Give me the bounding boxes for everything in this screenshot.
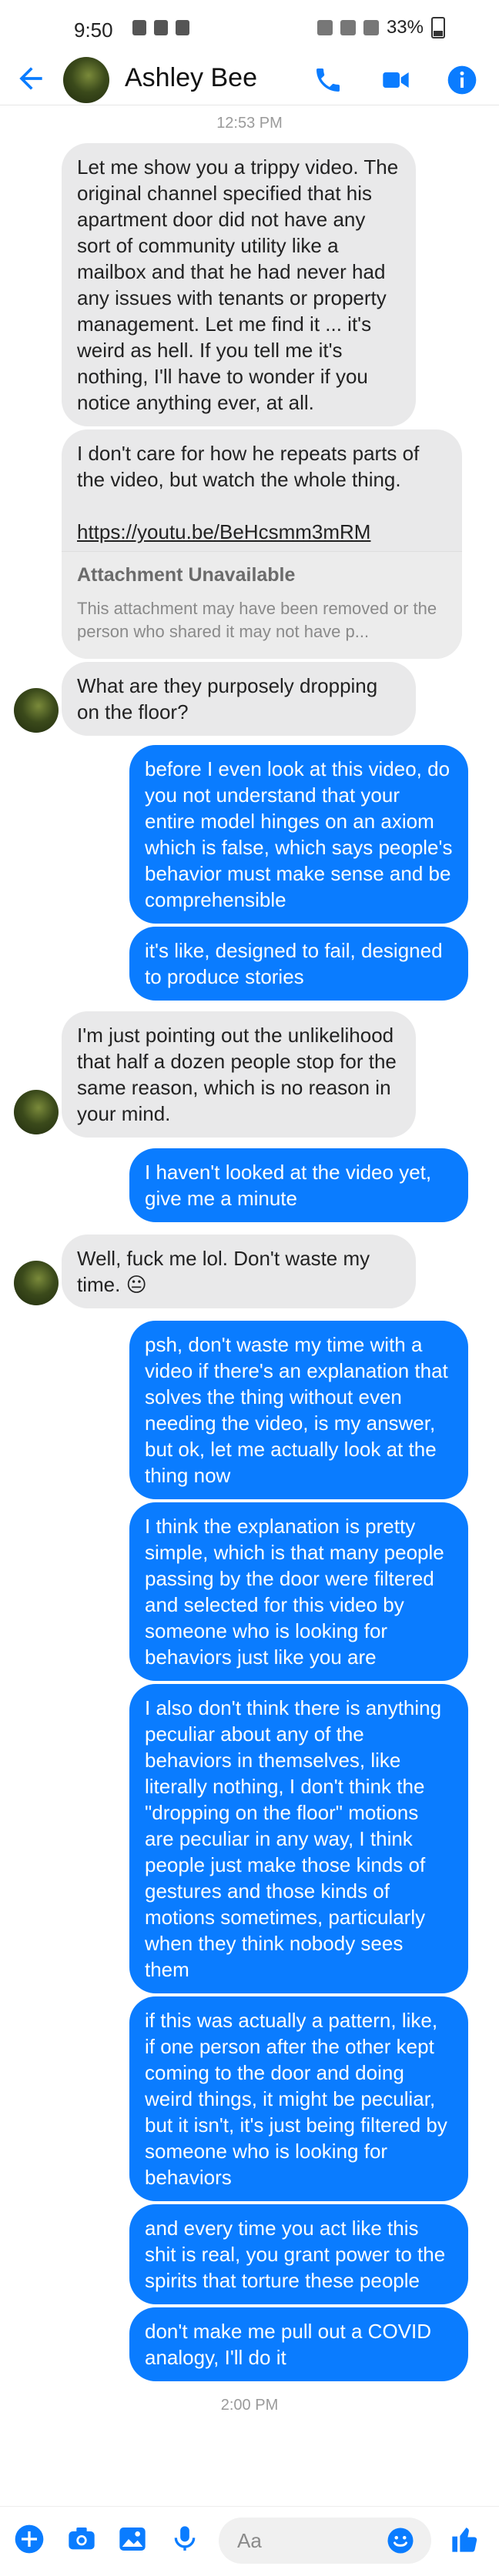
camera-icon[interactable] — [66, 2524, 97, 2554]
status-bar: 9:50 33% — [0, 0, 499, 55]
avatar[interactable] — [63, 57, 109, 103]
bolt-icon — [132, 20, 146, 35]
attachment-unavailable: Attachment Unavailable This attachment m… — [62, 551, 462, 659]
notification-icons — [132, 20, 189, 35]
message-thread: Let me show you a trippy video. The orig… — [0, 143, 499, 2414]
message-bubble[interactable]: and every time you act like this shit is… — [129, 2204, 468, 2304]
message-row-incoming: Well, fuck me lol. Don't waste my time. … — [0, 1235, 499, 1308]
message-bubble[interactable]: I'm just pointing out the unlikelihood t… — [62, 1011, 416, 1138]
plus-icon[interactable] — [14, 2524, 45, 2554]
message-row-outgoing: psh, don't waste my time with a video if… — [0, 1321, 499, 1499]
message-bubble[interactable]: Well, fuck me lol. Don't waste my time. … — [62, 1235, 416, 1308]
message-row-outgoing: I also don't think there is anything pec… — [0, 1684, 499, 1993]
video-camera-icon[interactable] — [380, 65, 411, 95]
image-icon[interactable] — [117, 2524, 148, 2554]
mute-icon — [316, 20, 333, 35]
message-bubble[interactable]: if this was actually a pattern, like, if… — [129, 1996, 468, 2201]
check-notification-icon — [176, 20, 189, 35]
info-icon[interactable] — [447, 65, 477, 95]
microphone-icon[interactable] — [169, 2524, 200, 2554]
message-bubble[interactable]: don't make me pull out a COVID analogy, … — [129, 2307, 468, 2381]
conversation-header: Ashley Bee — [0, 55, 499, 105]
message-row-outgoing: don't make me pull out a COVID analogy, … — [0, 2307, 499, 2381]
battery-percent: 33% — [386, 17, 424, 38]
attachment-description: This attachment may have been removed or… — [77, 599, 437, 641]
battery-icon — [431, 17, 445, 38]
message-row-outgoing: I haven't looked at the video yet, give … — [0, 1148, 499, 1222]
message-text: I don't care for how he repeats parts of… — [77, 442, 420, 491]
wifi-icon — [340, 20, 356, 35]
contact-name[interactable]: Ashley Bee — [125, 63, 257, 93]
message-bubble[interactable]: I also don't think there is anything pec… — [129, 1684, 468, 1993]
message-bubble[interactable]: before I even look at this video, do you… — [129, 745, 468, 924]
message-bubble[interactable]: I think the explanation is pretty simple… — [129, 1502, 468, 1681]
message-row-incoming: Let me show you a trippy video. The orig… — [0, 143, 499, 426]
video-link[interactable]: https://youtu.be/BeHcsmm3mRM — [77, 519, 447, 545]
message-composer — [0, 2506, 499, 2576]
message-bubble[interactable]: psh, don't waste my time with a video if… — [129, 1321, 468, 1499]
avatar[interactable] — [14, 688, 59, 733]
attachment-title: Attachment Unavailable — [77, 564, 296, 586]
message-row-incoming: What are they purposely dropping on the … — [0, 662, 499, 736]
message-row-outgoing: if this was actually a pattern, like, if… — [0, 1996, 499, 2201]
message-bubble[interactable]: it's like, designed to fail, designed to… — [129, 927, 468, 1001]
message-row-outgoing: before I even look at this video, do you… — [0, 745, 499, 924]
message-bubble[interactable]: Let me show you a trippy video. The orig… — [62, 143, 416, 426]
back-arrow-icon[interactable] — [14, 62, 48, 95]
status-time: 9:50 — [74, 18, 113, 42]
gallery-notification-icon — [154, 20, 168, 35]
timestamp: 2:00 PM — [220, 2397, 279, 2414]
avatar[interactable] — [14, 1090, 59, 1134]
message-row-outgoing: I think the explanation is pretty simple… — [0, 1502, 499, 1681]
message-row-incoming: I don't care for how he repeats parts of… — [0, 429, 499, 659]
message-bubble[interactable]: What are they purposely dropping on the … — [62, 662, 416, 736]
message-bubble[interactable]: I haven't looked at the video yet, give … — [129, 1148, 468, 1222]
message-row-outgoing: and every time you act like this shit is… — [0, 2204, 499, 2304]
thumbs-up-icon[interactable] — [450, 2524, 481, 2554]
emoji-icon[interactable] — [387, 2527, 414, 2554]
message-row-outgoing: it's like, designed to fail, designed to… — [0, 927, 499, 1001]
signal-icon — [363, 20, 379, 35]
system-indicators: 33% — [316, 17, 445, 38]
message-attachment-card[interactable]: I don't care for how he repeats parts of… — [62, 429, 462, 659]
avatar[interactable] — [14, 1261, 59, 1305]
phone-icon[interactable] — [313, 65, 343, 95]
timestamp: 12:53 PM — [216, 115, 283, 132]
message-row-incoming: I'm just pointing out the unlikelihood t… — [0, 1011, 499, 1138]
